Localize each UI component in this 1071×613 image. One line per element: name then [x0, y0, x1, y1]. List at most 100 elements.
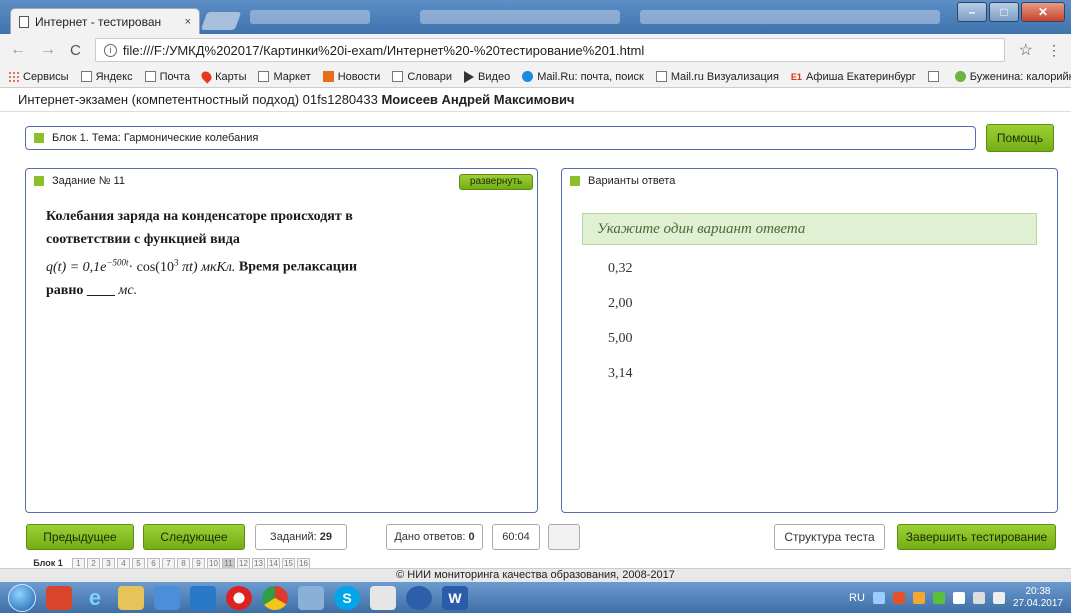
answer-prompt: Укажите один вариант ответа: [582, 213, 1037, 245]
answer-option[interactable]: 5,00: [608, 331, 633, 347]
bookmark-label: Афиша Екатеринбург: [805, 70, 916, 83]
green-square-icon: [34, 176, 44, 186]
forward-arrow-icon[interactable]: →: [40, 41, 56, 59]
bookmark-label: Видео: [478, 70, 511, 83]
previous-button[interactable]: Предыдущее: [26, 524, 134, 550]
answers-panel-header: Варианты ответа: [562, 169, 1057, 193]
video-icon: [464, 70, 475, 83]
opera-icon[interactable]: [226, 585, 252, 610]
help-button[interactable]: Помощь: [986, 124, 1054, 152]
formula: q(t) = 0,1e−500t· cos(103 πt) мкКл.: [46, 257, 236, 275]
answer-option[interactable]: 0,32: [608, 261, 633, 277]
answers-title: Варианты ответа: [588, 175, 676, 187]
language-indicator[interactable]: RU: [849, 592, 865, 604]
page-icon: [258, 71, 270, 82]
task-title: Задание № 11: [52, 175, 125, 187]
minimize-button[interactable]: –: [957, 2, 987, 22]
bookmark-item[interactable]: Словари: [392, 71, 452, 83]
block-topic-bar: Блок 1. Тема: Гармонические колебания: [25, 126, 976, 150]
bookmark-item[interactable]: [927, 71, 943, 82]
network-app-icon[interactable]: [406, 585, 432, 610]
blurred-window-title: [640, 10, 940, 24]
file-explorer-icon[interactable]: [118, 585, 144, 610]
display-icon[interactable]: [972, 591, 985, 604]
bookmark-item[interactable]: Новости: [322, 70, 381, 83]
bookmark-item[interactable]: E1 Афиша Екатеринбург: [791, 71, 916, 83]
page-icon: [19, 15, 29, 28]
e1-icon: E1: [790, 71, 802, 82]
bookmark-label: Буженина: калорийн: [969, 70, 1071, 83]
info-icon[interactable]: i: [103, 43, 117, 57]
tray-icon[interactable]: [932, 591, 945, 604]
chrome-icon[interactable]: [262, 585, 288, 610]
media-player-icon[interactable]: [46, 585, 72, 610]
url-field[interactable]: i file:///F:/УМКД%202017/Картинки%20i-ex…: [94, 38, 1005, 62]
apps-icon: [8, 71, 19, 82]
bookmark-label: Новости: [337, 70, 381, 83]
bookmark-item[interactable]: Почта: [144, 71, 190, 83]
footer-copyright: © НИИ мониторинга качества образования, …: [0, 568, 1071, 582]
clock[interactable]: 20:38 27.04.2017: [1013, 586, 1063, 610]
green-square-icon: [570, 176, 580, 186]
tray-icon[interactable]: [892, 591, 905, 604]
blank-button[interactable]: [548, 524, 580, 550]
map-pin-icon: [199, 69, 214, 84]
volume-icon[interactable]: [992, 591, 1005, 604]
blurred-window-title: [420, 10, 620, 24]
url-text: file:///F:/УМКД%202017/Картинки%20i-exam…: [122, 42, 645, 58]
news-icon: [322, 71, 334, 82]
bookmark-item[interactable]: Сервисы: [8, 71, 69, 83]
skype-icon[interactable]: S: [334, 585, 360, 610]
bookmark-label: Яндекс: [95, 70, 133, 83]
task-panel: Задание № 11 развернуть Колебания заряда…: [25, 168, 538, 513]
windows-taskbar: e S W RU 20:38 27.04.2017: [0, 582, 1071, 613]
window-controls: – □ ✕: [957, 2, 1065, 22]
flag-icon[interactable]: [952, 591, 965, 604]
next-button[interactable]: Следующее: [143, 524, 245, 550]
answer-option[interactable]: 3,14: [608, 366, 633, 382]
word-icon[interactable]: W: [442, 585, 468, 610]
calculator-icon[interactable]: [370, 585, 396, 610]
bookmark-item[interactable]: Яндекс: [80, 70, 133, 83]
maximize-button[interactable]: □: [989, 2, 1019, 22]
bookmark-item[interactable]: Mail.ru Визуализация: [655, 70, 779, 83]
internet-explorer-icon[interactable]: e: [82, 585, 108, 610]
new-tab-button[interactable]: [200, 12, 242, 30]
bookmark-item[interactable]: Карты: [199, 69, 246, 84]
bookmark-item[interactable]: Буженина: калорийн: [954, 70, 1071, 83]
timer: 60:04: [492, 524, 540, 550]
bookmark-star-icon[interactable]: ☆: [1019, 40, 1033, 60]
address-bar-row: ← → C i file:///F:/УМКД%202017/Картинки%…: [0, 34, 1071, 66]
tab-title: Интернет - тестирован: [35, 14, 162, 29]
bookmark-item[interactable]: Маркет: [258, 71, 311, 83]
clock-time: 20:38: [1025, 585, 1051, 597]
bookmark-item[interactable]: Видео: [464, 70, 511, 83]
browser-titlebar: Интернет - тестирован × – □ ✕: [0, 0, 1071, 34]
app-icon[interactable]: [190, 585, 216, 610]
tray-icon[interactable]: [912, 591, 925, 604]
close-window-button[interactable]: ✕: [1021, 2, 1065, 22]
paint-icon[interactable]: [154, 585, 180, 610]
reload-icon[interactable]: C: [70, 42, 81, 59]
student-name: Моисеев Андрей Максимович: [381, 92, 575, 107]
test-structure-button[interactable]: Структура теста: [774, 524, 885, 550]
tab-close-icon[interactable]: ×: [185, 16, 191, 28]
browser-menu-icon[interactable]: ⋮: [1047, 42, 1061, 59]
back-arrow-icon[interactable]: ←: [10, 41, 26, 59]
answer-option[interactable]: 2,00: [608, 296, 633, 312]
bookmark-label: Mail.ru Визуализация: [670, 70, 779, 83]
page-icon: [80, 71, 92, 82]
question-line: равно ____ мс.: [46, 282, 138, 298]
computer-icon[interactable]: [298, 585, 324, 610]
expand-button[interactable]: развернуть: [459, 174, 533, 190]
question-line: Колебания заряда на конденсаторе происхо…: [46, 209, 353, 224]
tray-icon[interactable]: [872, 591, 885, 604]
green-square-icon: [34, 133, 44, 143]
page-icon: [392, 71, 404, 82]
answers-panel: Варианты ответа Укажите один вариант отв…: [561, 168, 1058, 513]
browser-tab[interactable]: Интернет - тестирован ×: [10, 8, 200, 34]
finish-test-button[interactable]: Завершить тестирование: [897, 524, 1056, 550]
start-button[interactable]: [8, 583, 36, 612]
question-text: Колебания заряда на конденсаторе происхо…: [46, 205, 406, 302]
bookmark-item[interactable]: Mail.Ru: почта, поиск: [522, 71, 644, 83]
